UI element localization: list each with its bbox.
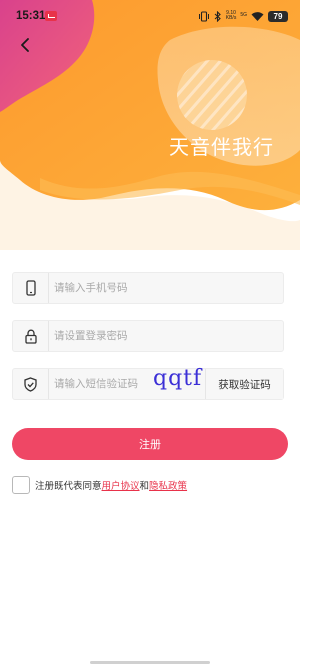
agreement-conjunction: 和 — [139, 481, 150, 492]
password-field — [12, 320, 284, 352]
get-code-button[interactable]: 获取验证码 — [205, 369, 283, 399]
wifi-icon — [251, 11, 264, 21]
agreement-prefix: 注册既代表同意 — [35, 481, 102, 492]
phone-icon — [13, 273, 49, 303]
bluetooth-icon — [214, 10, 221, 22]
slogan: 天音伴我行 — [169, 135, 274, 159]
privacy-policy-link[interactable]: 隐私政策 — [149, 481, 187, 492]
sms-code-input[interactable] — [50, 369, 170, 399]
status-indicators: 9.10 KB/s 5G 79 — [198, 9, 288, 23]
network-type: 5G — [240, 12, 247, 19]
agreement-row: 注册既代表同意用户协议和隐私政策 — [12, 476, 187, 494]
back-button[interactable] — [14, 34, 36, 56]
agreement-text: 注册既代表同意用户协议和隐私政策 — [35, 478, 187, 492]
hero-banner — [0, 0, 300, 250]
user-agreement-link[interactable]: 用户协议 — [102, 481, 140, 492]
sms-code-field: qqtf 获取验证码 — [12, 366, 284, 400]
agreement-checkbox[interactable] — [12, 476, 30, 494]
password-input[interactable] — [50, 321, 280, 351]
register-button[interactable]: 注册 — [12, 428, 288, 460]
lock-icon — [13, 321, 49, 351]
status-time: 15:31 — [16, 10, 46, 22]
chevron-left-icon — [21, 38, 29, 52]
net-speed: 9.10 KB/s — [225, 10, 237, 22]
hero-background-art — [0, 0, 300, 250]
phone-input[interactable] — [50, 273, 280, 303]
shield-check-icon — [13, 369, 49, 399]
phone-field — [12, 272, 284, 304]
notification-icon — [45, 11, 57, 21]
status-bar: 15:31 9.10 KB/s 5G 79 — [0, 0, 300, 30]
net-speed-unit: KB/s — [225, 15, 237, 21]
home-indicator[interactable] — [90, 661, 210, 664]
battery-indicator: 79 — [268, 10, 288, 22]
vibrate-icon — [198, 10, 209, 22]
